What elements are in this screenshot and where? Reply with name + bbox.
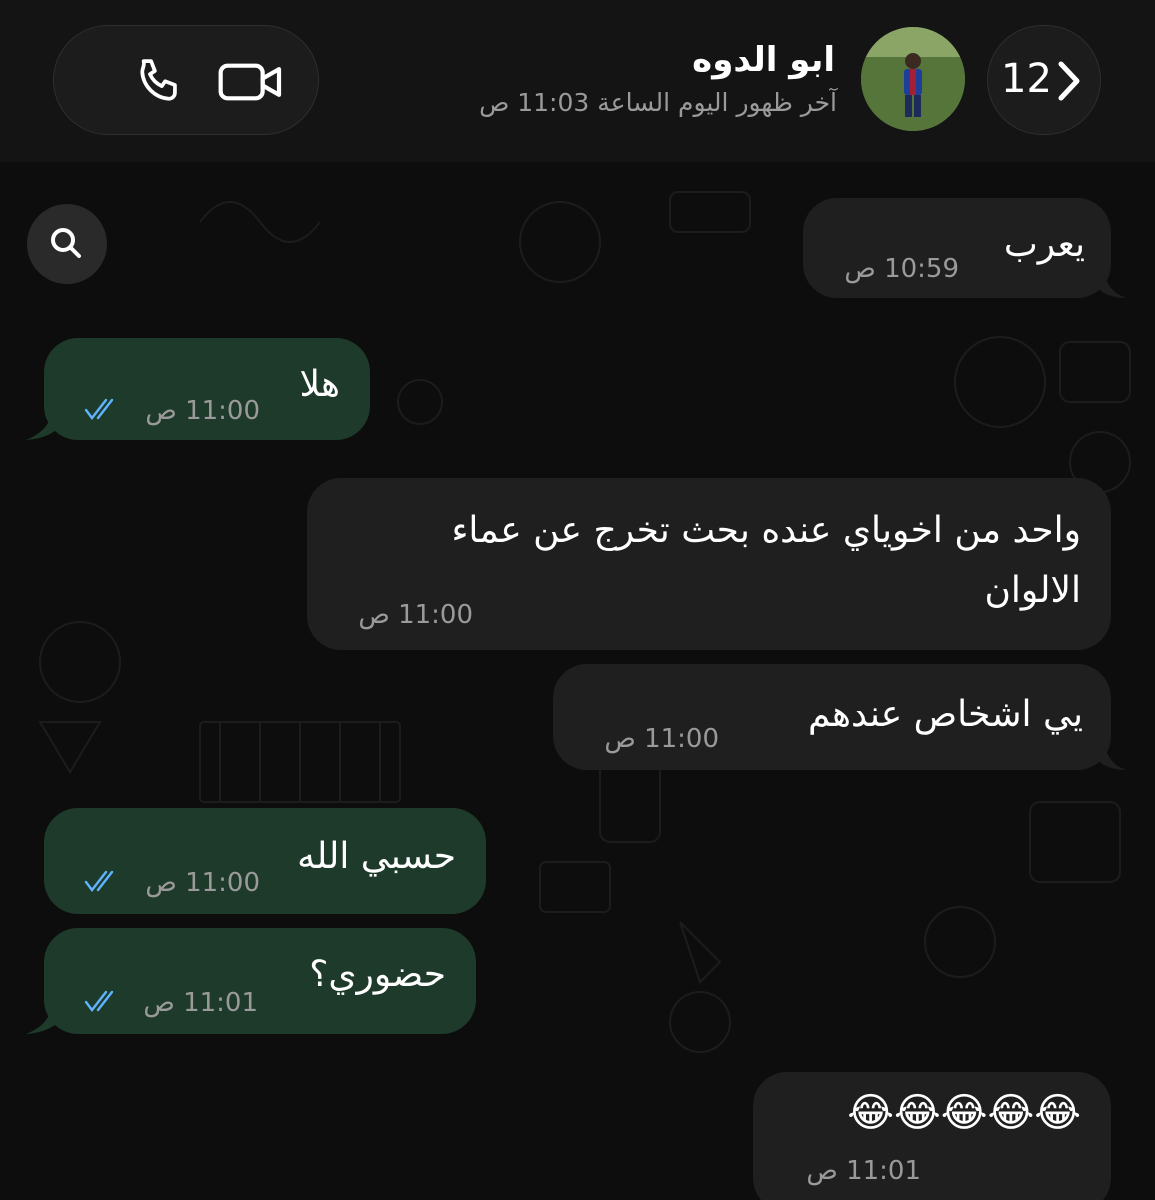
message-bubble-outgoing[interactable]: هلا 11:00 ص [44, 338, 370, 440]
bubble-tail [26, 1012, 66, 1034]
message-bubble-incoming[interactable]: يعرب 10:59 ص [803, 198, 1111, 298]
message-time: 11:00 ص [145, 396, 260, 426]
read-receipt-icon [84, 870, 114, 892]
chat-area[interactable]: يعرب 10:59 ص هلا 11:00 ص واحد من اخوياي … [0, 162, 1155, 1200]
message-time: 11:01 ص [806, 1156, 921, 1186]
back-button[interactable]: 12 [987, 25, 1101, 135]
read-receipt-icon [84, 398, 114, 420]
read-receipt-icon [84, 990, 114, 1012]
message-time: 11:01 ص [143, 988, 258, 1018]
message-text: يي اشخاص عندهم [808, 694, 1083, 735]
call-actions [53, 25, 319, 135]
message-bubble-incoming[interactable]: 😂😂😂😂😂 11:01 ص [753, 1072, 1111, 1200]
bubble-tail [26, 418, 66, 440]
message-bubble-incoming[interactable]: واحد من اخوياي عنده بحث تخرج عن عماء الا… [307, 478, 1111, 650]
message-time: 11:00 ص [358, 600, 473, 630]
search-icon [51, 228, 81, 258]
message-time: 11:00 ص [604, 724, 719, 754]
bubble-tail [1090, 278, 1126, 298]
message-text: هلا [299, 364, 340, 405]
contact-avatar[interactable] [861, 27, 965, 131]
last-seen-status: آخر ظهور اليوم الساعة 11:03 ص [479, 88, 837, 117]
search-button[interactable] [27, 204, 107, 284]
message-text: حسبي الله [297, 836, 456, 877]
message-bubble-incoming[interactable]: يي اشخاص عندهم 11:00 ص [553, 664, 1111, 770]
message-bubble-outgoing[interactable]: حسبي الله 11:00 ص [44, 808, 486, 914]
chevron-right-icon [1058, 61, 1080, 101]
message-text: واحد من اخوياي عنده بحث تخرج عن عماء [451, 510, 1082, 551]
message-time: 10:59 ص [844, 254, 959, 284]
chat-header: ابو الدوه آخر ظهور اليوم الساعة 11:03 ص … [0, 0, 1155, 162]
message-text: يعرب [1003, 224, 1085, 265]
message-text: 😂😂😂😂😂 [847, 1090, 1081, 1136]
unread-count: 12 [1001, 56, 1052, 102]
message-text-continued: الالوان [984, 570, 1081, 611]
video-camera-icon[interactable] [216, 54, 286, 110]
message-time: 11:00 ص [145, 868, 260, 898]
phone-icon[interactable] [132, 53, 188, 109]
bubble-tail [1090, 750, 1126, 770]
message-text: حضوري؟ [309, 954, 446, 995]
contact-name[interactable]: ابو الدوه [692, 40, 835, 80]
message-bubble-outgoing[interactable]: حضوري؟ 11:01 ص [44, 928, 476, 1034]
